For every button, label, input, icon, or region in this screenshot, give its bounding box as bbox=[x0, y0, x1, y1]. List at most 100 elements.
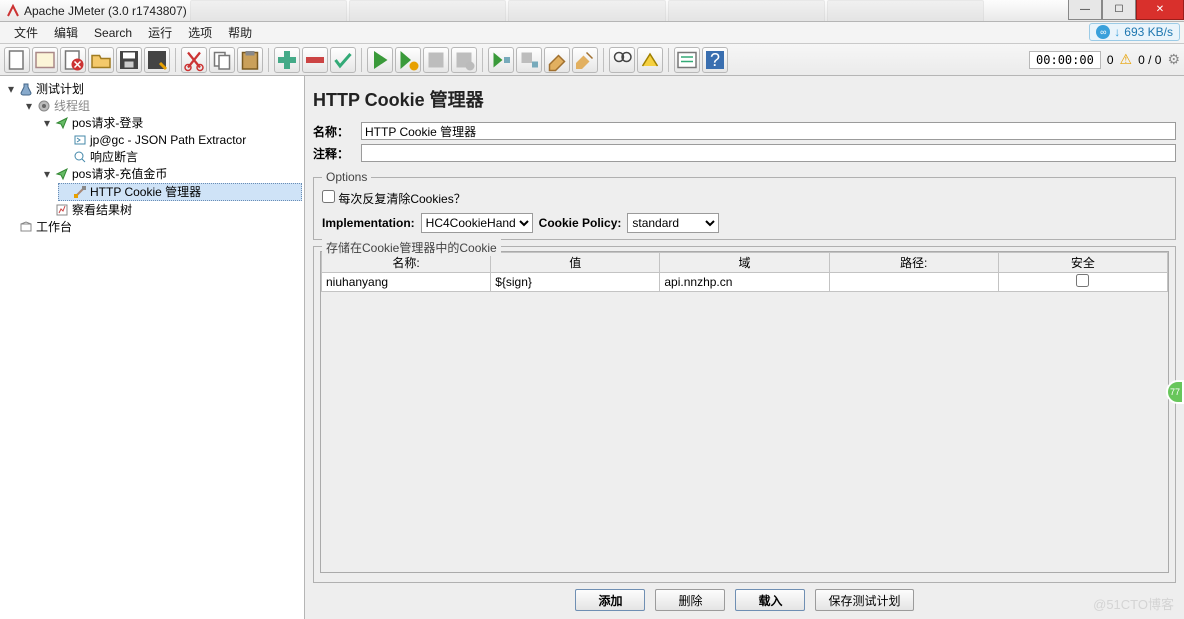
name-label: 名称： bbox=[313, 123, 357, 140]
toolbar-cut-icon[interactable] bbox=[181, 47, 207, 73]
close-button[interactable]: ✕ bbox=[1136, 0, 1184, 20]
cell-secure[interactable] bbox=[998, 273, 1167, 292]
comment-label: 注释： bbox=[313, 145, 357, 162]
tree-label: 工作台 bbox=[36, 219, 72, 235]
speed-badge: ∞ ↓ 693 KB/s bbox=[1089, 23, 1180, 41]
toolbar-remote-start-icon[interactable] bbox=[488, 47, 514, 73]
collapse-icon[interactable]: ▾ bbox=[42, 115, 52, 131]
toolbar-separator bbox=[482, 48, 483, 72]
collapse-icon[interactable]: ▾ bbox=[24, 98, 34, 114]
toolbar-expand-icon[interactable] bbox=[274, 47, 300, 73]
minimize-button[interactable]: — bbox=[1068, 0, 1102, 20]
toolbar-copy-icon[interactable] bbox=[209, 47, 235, 73]
background-tabs bbox=[190, 0, 984, 21]
tree-view-results[interactable]: 察看结果树 bbox=[40, 202, 302, 218]
menu-run[interactable]: 运行 bbox=[140, 22, 180, 43]
window-controls: — ☐ ✕ bbox=[1068, 0, 1184, 20]
cell-path[interactable] bbox=[829, 273, 998, 292]
cell-domain[interactable]: api.nnzhp.cn bbox=[660, 273, 829, 292]
tree-label: 线程组 bbox=[54, 98, 90, 114]
toolbar-reset-search-icon[interactable] bbox=[637, 47, 663, 73]
toolbar-saveas-icon[interactable] bbox=[144, 47, 170, 73]
col-value[interactable]: 值 bbox=[491, 253, 660, 273]
tree-label: pos请求-登录 bbox=[72, 115, 143, 131]
toolbar-toggle-icon[interactable] bbox=[330, 47, 356, 73]
toolbar-shutdown-icon[interactable] bbox=[451, 47, 477, 73]
menu-help[interactable]: 帮助 bbox=[220, 22, 260, 43]
clear-cookies-row: 每次反复清除Cookies？ bbox=[322, 190, 1167, 207]
tree-label: HTTP Cookie 管理器 bbox=[90, 184, 201, 200]
test-plan-tree[interactable]: ▾ 测试计划 ▾ 线程组 bbox=[2, 81, 302, 235]
toolbar-close-icon[interactable] bbox=[60, 47, 86, 73]
tree-test-plan[interactable]: ▾ 测试计划 bbox=[4, 81, 302, 97]
toolbar-paste-icon[interactable] bbox=[237, 47, 263, 73]
cookie-policy-select[interactable]: standard bbox=[627, 213, 719, 233]
collapse-icon[interactable]: ▾ bbox=[6, 81, 16, 97]
app-icon bbox=[6, 4, 20, 18]
policy-label: Cookie Policy: bbox=[539, 216, 622, 230]
sampler-icon bbox=[55, 167, 69, 181]
add-button[interactable]: 添加 bbox=[575, 589, 645, 611]
panel-heading: HTTP Cookie 管理器 bbox=[305, 76, 1184, 120]
side-badge[interactable]: 77 bbox=[1166, 380, 1184, 404]
toolbar-search-icon[interactable] bbox=[609, 47, 635, 73]
config-icon bbox=[73, 185, 87, 199]
toolbar-collapse-icon[interactable] bbox=[302, 47, 328, 73]
toolbar-separator bbox=[603, 48, 604, 72]
tree-json-extractor[interactable]: jp@gc - JSON Path Extractor bbox=[58, 132, 302, 148]
menu-edit[interactable]: 编辑 bbox=[46, 22, 86, 43]
table-row[interactable]: niuhanyang ${sign} api.nnzhp.cn bbox=[322, 273, 1168, 292]
menu-options[interactable]: 选项 bbox=[180, 22, 220, 43]
toolbar-save-icon[interactable] bbox=[116, 47, 142, 73]
col-path[interactable]: 路径: bbox=[829, 253, 998, 273]
toolbar-stop-icon[interactable] bbox=[423, 47, 449, 73]
tree-label: 察看结果树 bbox=[72, 202, 132, 218]
toolbar-new-icon[interactable] bbox=[4, 47, 30, 73]
toolbar-run-no-pause-icon[interactable] bbox=[395, 47, 421, 73]
impl-label: Implementation: bbox=[322, 216, 415, 230]
tree-request-recharge[interactable]: ▾ pos请求-充值金币 bbox=[40, 166, 302, 182]
tree-thread-group[interactable]: ▾ 线程组 bbox=[22, 98, 302, 114]
col-domain[interactable]: 域 bbox=[660, 253, 829, 273]
toolbar-clear-icon[interactable] bbox=[544, 47, 570, 73]
toolbar-remote-stop-icon[interactable] bbox=[516, 47, 542, 73]
toolbar-fn-helper-icon[interactable] bbox=[674, 47, 700, 73]
tree-cookie-manager[interactable]: HTTP Cookie 管理器 bbox=[58, 183, 302, 201]
comment-input[interactable] bbox=[361, 144, 1176, 162]
bottom-buttons: 添加 删除 载入 保存测试计划 bbox=[305, 583, 1184, 619]
comment-row: 注释： bbox=[305, 142, 1184, 164]
save-button[interactable]: 保存测试计划 bbox=[815, 589, 913, 611]
cell-value[interactable]: ${sign} bbox=[491, 273, 660, 292]
maximize-button[interactable]: ☐ bbox=[1102, 0, 1136, 20]
menu-file[interactable]: 文件 bbox=[6, 22, 46, 43]
menu-search[interactable]: Search bbox=[86, 24, 140, 42]
total-threads: 0 / 0 bbox=[1138, 53, 1161, 67]
toolbar-clear-all-icon[interactable] bbox=[572, 47, 598, 73]
warning-icon[interactable]: ⚠ bbox=[1120, 51, 1133, 68]
load-button[interactable]: 载入 bbox=[735, 589, 805, 611]
content-pane: HTTP Cookie 管理器 名称： 注释： Options 每次反复清除Co… bbox=[305, 76, 1184, 619]
gear-icon[interactable]: ⚙ bbox=[1167, 51, 1180, 68]
clear-cookies-checkbox[interactable] bbox=[322, 190, 335, 203]
menubar: 文件 编辑 Search 运行 选项 帮助 ∞ ↓ 693 KB/s bbox=[0, 22, 1184, 44]
tree-workbench[interactable]: 工作台 bbox=[4, 219, 302, 235]
svg-text:?: ? bbox=[710, 50, 720, 70]
speed-text: 693 KB/s bbox=[1124, 25, 1173, 39]
toolbar-run-icon[interactable] bbox=[367, 47, 393, 73]
delete-button[interactable]: 删除 bbox=[655, 589, 725, 611]
toolbar-help-icon[interactable]: ? bbox=[702, 47, 728, 73]
toolbar-templates-icon[interactable] bbox=[32, 47, 58, 73]
secure-checkbox[interactable] bbox=[1076, 274, 1089, 287]
tree-request-login[interactable]: ▾ pos请求-登录 bbox=[40, 115, 302, 131]
toolbar-separator bbox=[175, 48, 176, 72]
cookies-table[interactable]: 名称: 值 域 路径: 安全 niuhanyang ${sign} api.nn… bbox=[320, 251, 1169, 573]
collapse-icon[interactable]: ▾ bbox=[42, 166, 52, 182]
toolbar-open-icon[interactable] bbox=[88, 47, 114, 73]
implementation-select[interactable]: HC4CookieHandler bbox=[421, 213, 533, 233]
tree-assertion[interactable]: 响应断言 bbox=[58, 149, 302, 165]
name-input[interactable] bbox=[361, 122, 1176, 140]
cell-name[interactable]: niuhanyang bbox=[322, 273, 491, 292]
active-threads: 0 bbox=[1107, 53, 1114, 67]
col-secure[interactable]: 安全 bbox=[998, 253, 1167, 273]
thread-group-icon bbox=[37, 99, 51, 113]
